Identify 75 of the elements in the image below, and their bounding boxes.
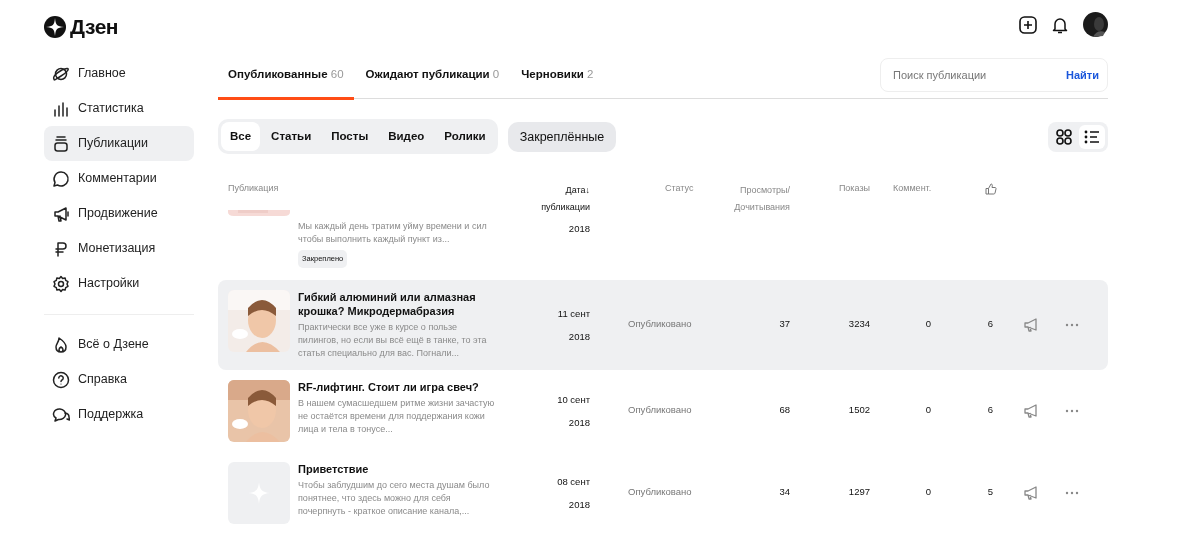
comments-count: 0 [924, 317, 932, 332]
chat-icon [52, 405, 70, 424]
publication-description: Практически все уже в курсе о пользе пилингов, но если вы всё ещё в танке, то эта статья специально для вас. Погнали... [298, 320, 488, 360]
column-header: Показы [838, 182, 870, 196]
settings-icon [52, 274, 70, 293]
grid-view-icon [1055, 127, 1073, 146]
publication-title[interactable]: Приветствие [298, 461, 500, 476]
filter-chip[interactable]: Посты [322, 122, 378, 152]
likes-count: 6 [986, 317, 994, 332]
bar-chart-icon [52, 99, 70, 118]
add-icon[interactable] [1019, 15, 1037, 34]
status-text: Опубликовано [627, 403, 693, 418]
filter-chip[interactable]: Ролики [435, 122, 495, 152]
sidebar-item[interactable]: Статистика [44, 91, 194, 126]
column-header: Статус [665, 182, 694, 196]
column-header: Коммент. [893, 182, 932, 196]
tab[interactable]: Ожидают публикации 0 [355, 65, 510, 100]
likes-count: 6 [986, 403, 994, 418]
search-field[interactable]: Поиск публикации Найти [880, 58, 1108, 92]
filter-chip[interactable]: Все [221, 122, 261, 152]
sidebar-item[interactable]: Всё о Дзене [44, 327, 194, 362]
speech-bubble-icon [52, 169, 70, 188]
megaphone-icon [52, 204, 70, 223]
megaphone-icon[interactable] [1023, 485, 1039, 500]
column-header: Публикация [228, 182, 279, 196]
tab[interactable]: Опубликованные 60 [218, 65, 354, 100]
column-header: Дата↓ публикации [540, 184, 590, 215]
comments-count: 0 [924, 403, 932, 418]
comments-count: 0 [924, 485, 932, 500]
ellipsis-icon [1065, 322, 1079, 327]
ruble-icon [52, 239, 70, 258]
list-view-button[interactable] [1079, 124, 1105, 149]
publication-description: В нашем сумасшедшем ритме жизни зачастую не остаётся времени для поддержания кожи лица и тела в тонусе... [298, 396, 496, 436]
tab[interactable]: Черновики 2 [511, 65, 604, 100]
bell-icon[interactable] [1051, 15, 1069, 34]
sidebar-item[interactable]: Комментарии [44, 161, 194, 196]
publication-date: 2018 [568, 223, 590, 235]
filter-chip[interactable]: Видео [379, 122, 434, 152]
publication-date: 08 сент 2018 [556, 474, 590, 512]
status-text: Опубликовано [627, 317, 693, 332]
sidebar-item[interactable]: Поддержка [44, 397, 194, 432]
search-button[interactable]: Найти [1066, 66, 1099, 84]
help-icon [52, 370, 70, 389]
filter-chip[interactable]: Статьи [262, 122, 321, 152]
likes-count: 5 [986, 485, 994, 500]
views-count: 37 [778, 317, 790, 332]
publication-description: Мы каждый день тратим уйму времени и сил чтобы выполнить каждый пункт из... [298, 220, 488, 247]
publication-title[interactable]: RF-лифтинг. Стоит ли игра свеч? [298, 379, 500, 394]
shows-count: 1297 [847, 485, 870, 500]
sidebar-item[interactable]: Главное [44, 56, 194, 91]
publication-title[interactable]: Гибкий алюминий или алмазная крошка? Микродермабразия [298, 289, 500, 318]
sidebar-item[interactable]: Настройки [44, 266, 194, 301]
pinned-button[interactable]: Закреплённые [507, 121, 617, 152]
status-text: Опубликовано [627, 485, 693, 500]
logo-text[interactable]: Дзен [70, 11, 118, 43]
views-count: 34 [778, 485, 790, 500]
megaphone-icon[interactable] [1023, 317, 1039, 332]
megaphone-icon[interactable] [1023, 403, 1039, 418]
logo-icon [44, 16, 66, 38]
flame-icon [52, 335, 70, 354]
publication-date: 10 сент 2018 [556, 392, 590, 430]
sidebar-item[interactable]: Публикации [44, 126, 194, 161]
ellipsis-icon [1065, 490, 1079, 495]
stack-icon [52, 134, 70, 153]
shows-count: 1502 [847, 403, 870, 418]
sidebar-item[interactable]: Монетизация [44, 231, 194, 266]
shows-count: 3234 [847, 317, 870, 332]
publication-description: Чтобы заблудшим до сего места душам было понятнее, что здесь можно для себя почерпнуть - краткое описание канала,... [298, 478, 491, 518]
like-icon [985, 182, 997, 195]
sidebar-item[interactable]: Продвижение [44, 196, 194, 231]
sidebar-item[interactable]: Справка [44, 362, 194, 397]
column-header: Просмотры/ Дочитывания [733, 184, 790, 215]
ellipsis-icon [1065, 408, 1079, 413]
publication-date: 11 сент 2018 [556, 306, 590, 344]
views-count: 68 [778, 403, 790, 418]
